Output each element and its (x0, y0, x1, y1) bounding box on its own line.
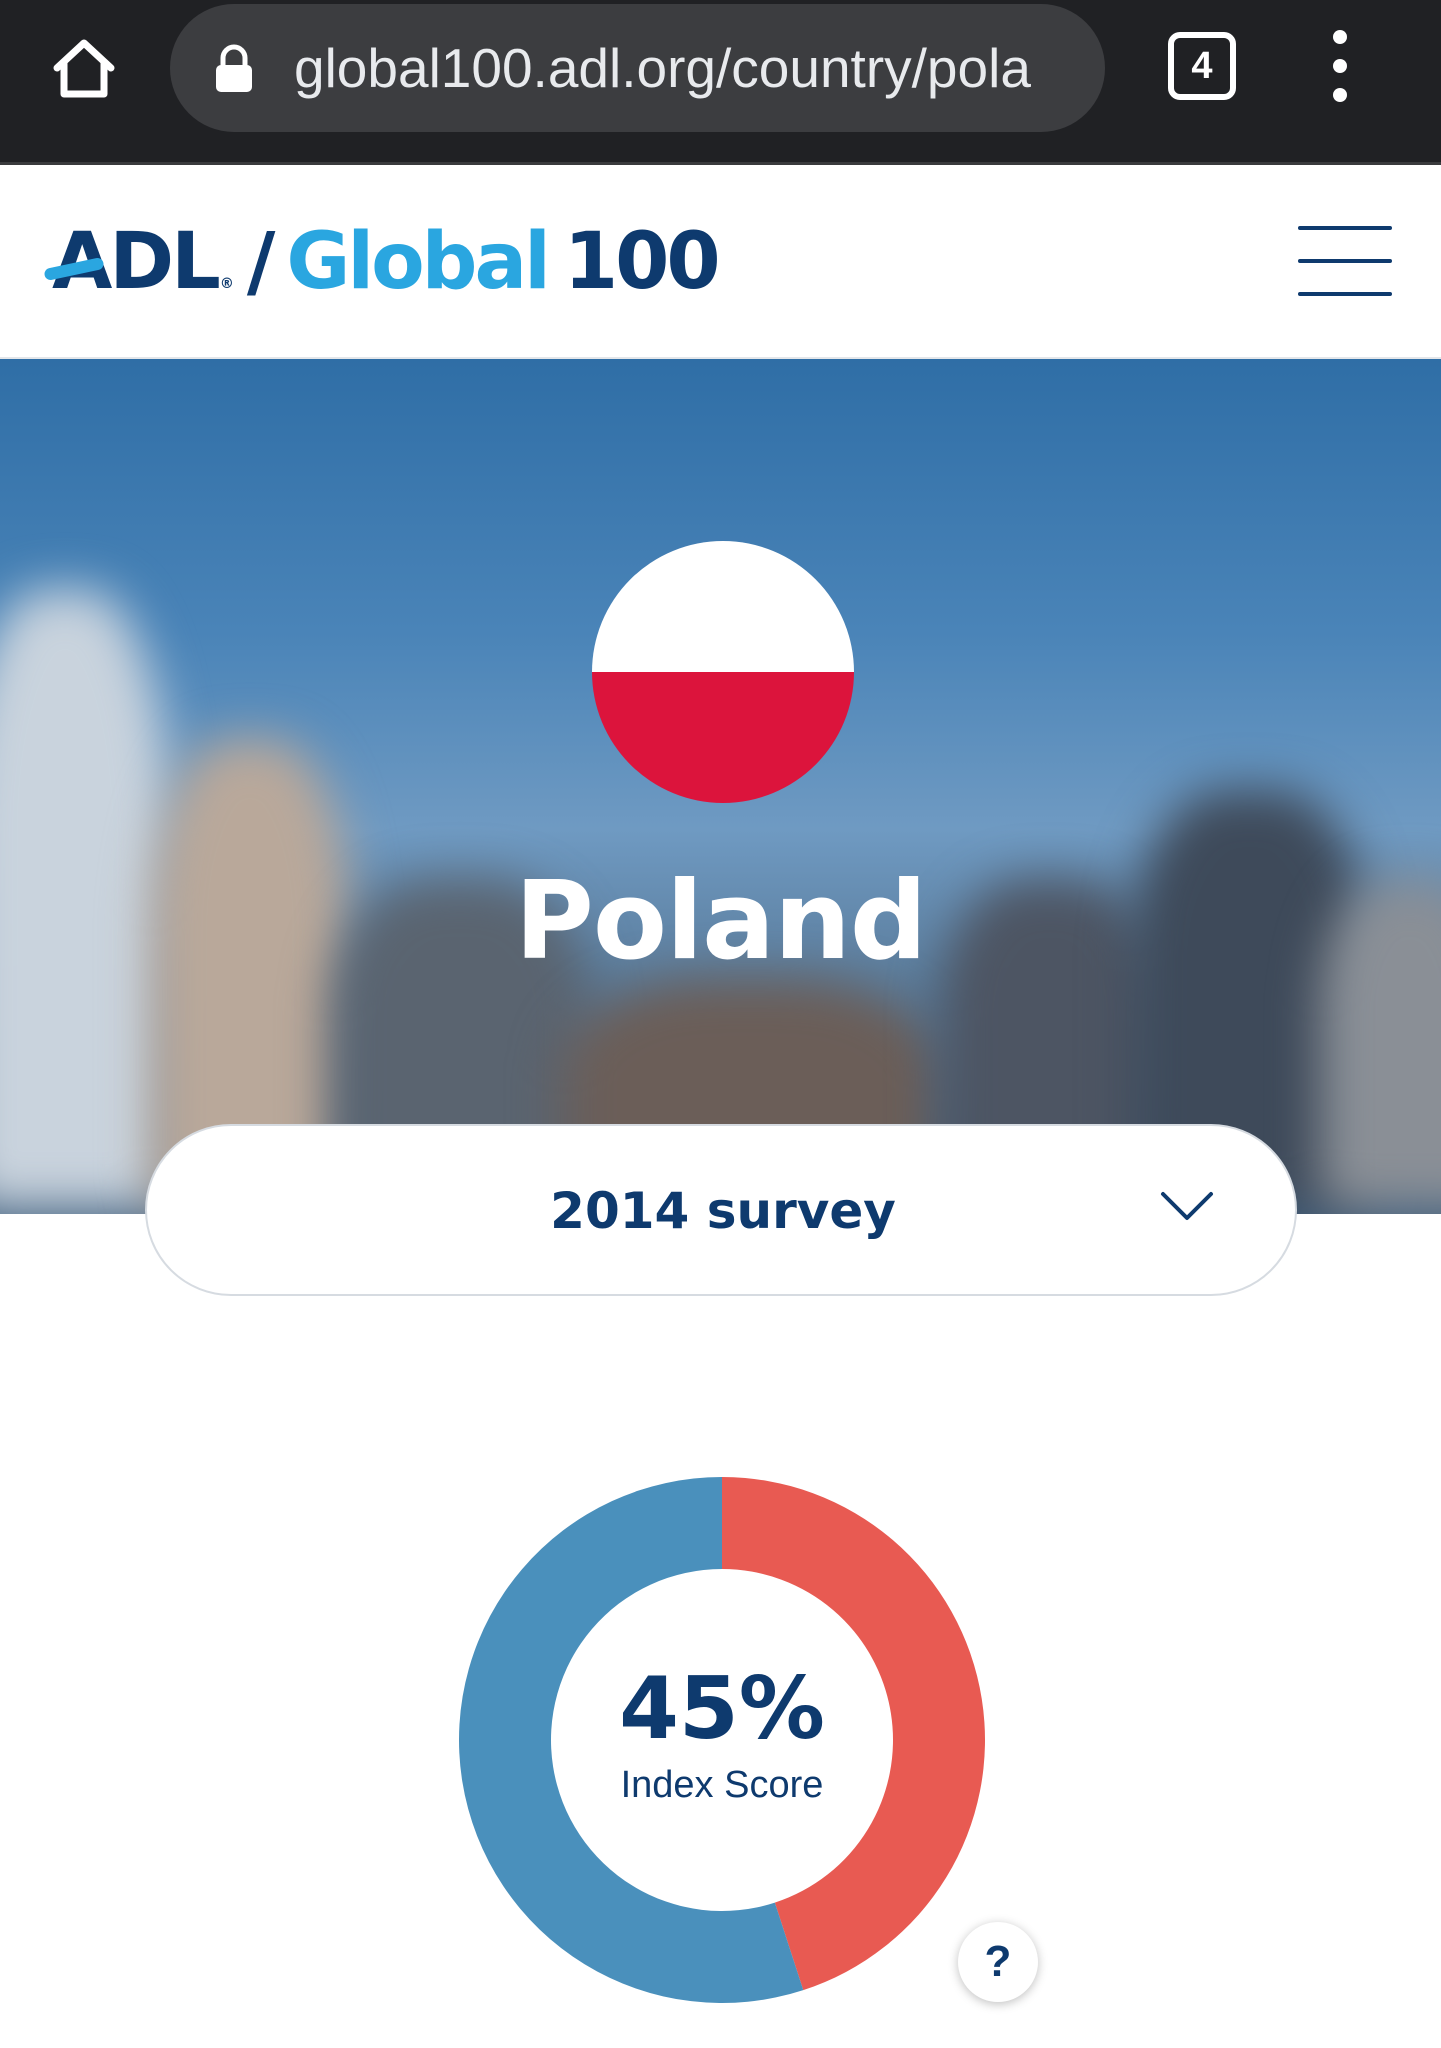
browser-menu-button[interactable] (1320, 30, 1368, 102)
home-button[interactable] (42, 28, 126, 108)
site-header: ADL ® / Global 100 (0, 165, 1441, 359)
chevron-down-icon (1161, 1192, 1213, 1220)
lock-icon (216, 44, 252, 92)
donut-center: 45% Index Score (459, 1477, 985, 2003)
logo-100: 100 (563, 217, 721, 307)
country-hero: Poland (0, 359, 1441, 1214)
logo-registered-mark: ® (219, 276, 234, 292)
logo-global: Global (286, 217, 551, 307)
poland-flag (592, 541, 854, 803)
tab-switcher-button[interactable]: 4 (1168, 32, 1236, 100)
survey-selected-value[interactable]: 2014 survey (147, 1126, 1299, 1296)
browser-toolbar: global100.adl.org/country/pola 4 (0, 0, 1441, 165)
index-score-donut: 45% Index Score (458, 1477, 985, 2003)
address-bar[interactable]: global100.adl.org/country/pola (170, 4, 1105, 132)
home-icon (53, 39, 115, 98)
logo-slash: / (246, 217, 275, 307)
help-button[interactable]: ? (958, 1922, 1038, 2002)
survey-year-select[interactable]: 2014 survey (145, 1124, 1297, 1296)
menu-hamburger-button[interactable] (1298, 226, 1392, 296)
index-score-label: Index Score (620, 1763, 824, 1806)
logo-adl: ADL (43, 217, 221, 307)
url-text[interactable]: global100.adl.org/country/pola (294, 4, 1094, 132)
adl-global100-logo[interactable]: ADL ® / Global 100 (43, 217, 721, 307)
index-score-value: 45% (619, 1658, 825, 1759)
country-title: Poland (514, 859, 927, 984)
